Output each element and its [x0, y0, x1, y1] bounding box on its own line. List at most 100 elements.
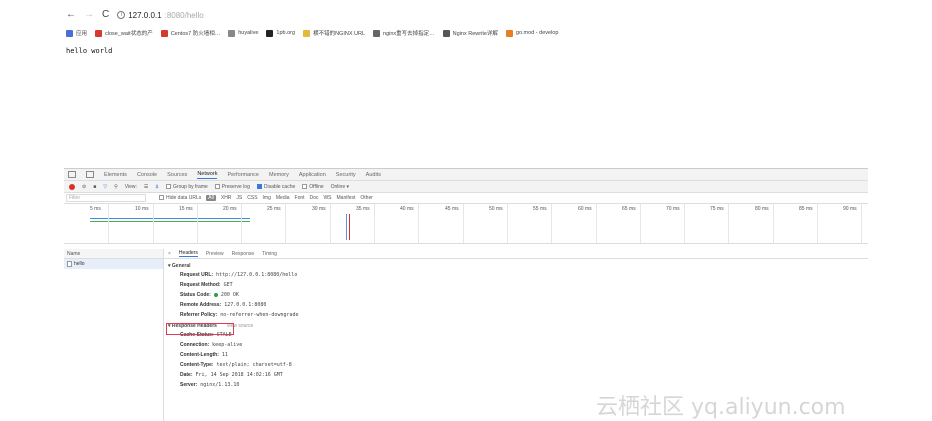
- filter-type-manifest[interactable]: Manifest: [337, 195, 356, 201]
- search-icon[interactable]: ⚲: [114, 184, 118, 190]
- network-timeline: 5 ms 10 ms 15 ms 20 ms 25 ms 30 ms 35 ms 40 ms 4…: [64, 204, 868, 244]
- timeline-gridline: [684, 204, 685, 243]
- bookmark-icon: [442, 29, 450, 37]
- bookmark-item[interactable]: 横不错的NGINX URL: [303, 29, 365, 37]
- bookmark-label: Nginx Rewrite详解: [452, 31, 498, 37]
- info-icon[interactable]: i: [117, 11, 126, 19]
- name-column-header[interactable]: Name: [64, 249, 163, 259]
- bookmark-item[interactable]: close_wait状态的产: [95, 29, 153, 37]
- bookmark-icon: [160, 29, 168, 37]
- large-rows-icon[interactable]: ☰: [144, 184, 148, 190]
- bookmark-item[interactable]: huyalive: [228, 29, 259, 37]
- device-toggle-icon[interactable]: [86, 171, 94, 178]
- detail-tabs: × Headers Preview Response Timing: [164, 249, 868, 259]
- tab-security[interactable]: Security: [336, 172, 356, 178]
- tab-memory[interactable]: Memory: [269, 172, 289, 178]
- tab-sources[interactable]: Sources: [167, 172, 187, 178]
- bookmark-item[interactable]: Centos7 防火墙相…: [160, 29, 221, 37]
- tab-console[interactable]: Console: [137, 172, 157, 178]
- filter-type-js[interactable]: JS: [236, 195, 242, 201]
- bookmark-label: Centos7 防火墙相…: [170, 31, 221, 37]
- offline-checkbox[interactable]: Offline: [302, 184, 324, 190]
- bookmark-icon: [505, 29, 513, 37]
- filter-type-all[interactable]: All: [206, 195, 216, 201]
- group-by-frame-checkbox[interactable]: Group by frame: [166, 184, 208, 190]
- throttling-select[interactable]: Online ▾: [331, 184, 349, 190]
- header-row: Remote Address: 127.0.0.1:8080: [168, 302, 868, 309]
- timeline-tick-label: 55 ms: [533, 206, 547, 212]
- timeline-blue-bar: [90, 218, 250, 219]
- header-key: Remote Address:: [180, 302, 222, 308]
- bookmarks-bar: 应用 close_wait状态的产 Centos7 防火墙相… huyalive 1pb…: [66, 28, 558, 38]
- timeline-tick-label: 15 ms: [179, 206, 193, 212]
- response-headers-title[interactable]: ▾ Response Headers view source: [168, 323, 868, 329]
- preserve-log-checkbox[interactable]: Preserve log: [214, 184, 250, 190]
- filter-type-font[interactable]: Font: [295, 195, 305, 201]
- bookmark-label: 1pb.org: [276, 30, 296, 36]
- clear-icon[interactable]: ⊘: [82, 184, 86, 190]
- header-value: nginx/1.13.10: [200, 382, 240, 388]
- filter-type-css[interactable]: CSS: [247, 195, 257, 201]
- filter-type-xhr[interactable]: XHR: [221, 195, 232, 201]
- detail-tab-timing[interactable]: Timing: [262, 251, 277, 257]
- filter-type-media[interactable]: Media: [276, 195, 290, 201]
- bookmark-item[interactable]: 1pb.org: [266, 29, 296, 37]
- filter-type-doc[interactable]: Doc: [310, 195, 319, 201]
- record-icon[interactable]: [69, 183, 75, 190]
- detail-tab-response[interactable]: Response: [232, 251, 255, 257]
- timeline-gridline: [551, 204, 552, 243]
- timeline-tick-label: 70 ms: [666, 206, 680, 212]
- filter-type-other[interactable]: Other: [360, 195, 373, 201]
- disable-cache-checkbox[interactable]: Disable cache: [256, 183, 296, 190]
- timeline-gridline: [773, 204, 774, 243]
- detail-tab-preview[interactable]: Preview: [206, 251, 224, 257]
- tab-application[interactable]: Application: [299, 172, 326, 178]
- header-value: keep-alive: [212, 342, 243, 348]
- timeline-tick-label: 35 ms: [356, 206, 370, 212]
- camera-icon[interactable]: ■: [93, 184, 96, 190]
- timeline-tick-label: 65 ms: [622, 206, 636, 212]
- back-icon[interactable]: ←: [66, 10, 76, 20]
- inspect-icon[interactable]: [68, 171, 76, 178]
- filter-input[interactable]: Filter: [66, 194, 146, 202]
- timeline-gridline: [241, 204, 242, 243]
- tab-elements[interactable]: Elements: [104, 172, 127, 178]
- bookmark-item[interactable]: nginx重写去掉指定…: [373, 29, 435, 37]
- timeline-tick-label: 10 ms: [135, 206, 149, 212]
- bookmark-icon: [303, 29, 311, 37]
- timeline-gridline: [463, 204, 464, 243]
- general-title[interactable]: ▾ General: [168, 263, 868, 269]
- hide-data-urls-checkbox[interactable]: Hide data URLs: [159, 195, 201, 201]
- header-key: Request Method:: [180, 282, 221, 288]
- header-key: Status Code:: [180, 292, 211, 298]
- close-icon[interactable]: ×: [168, 251, 171, 257]
- bookmark-label: huyalive: [238, 30, 259, 36]
- timeline-tick-label: 50 ms: [489, 206, 503, 212]
- tab-performance[interactable]: Performance: [227, 172, 259, 178]
- timeline-tick-label: 90 ms: [843, 206, 857, 212]
- waterfall-icon[interactable]: ⥥: [155, 184, 159, 190]
- request-row[interactable]: hello: [64, 259, 163, 269]
- header-key: Content-Length:: [180, 352, 219, 358]
- header-value: 127.0.0.1:8080: [224, 302, 267, 308]
- detail-tab-headers[interactable]: Headers: [178, 250, 198, 257]
- header-key: Connection:: [180, 342, 210, 348]
- bookmark-item[interactable]: go.mod - develop: [505, 29, 558, 37]
- timeline-gridline: [861, 204, 862, 243]
- hide-data-urls-label: Hide data URLs: [166, 195, 202, 201]
- url-field[interactable]: i 127.0.0.1:8080/hello: [117, 11, 204, 20]
- tab-network[interactable]: Network: [197, 171, 218, 179]
- header-value: 11: [221, 352, 228, 358]
- disable-cache-label: Disable cache: [263, 183, 296, 190]
- bookmark-item[interactable]: 应用: [66, 29, 87, 37]
- timeline-tick-label: 5 ms: [90, 206, 101, 212]
- filter-type-img[interactable]: Img: [263, 195, 271, 201]
- reload-icon[interactable]: C: [102, 10, 109, 20]
- tab-audits[interactable]: Audits: [366, 172, 381, 178]
- filter-icon[interactable]: ▽: [103, 184, 107, 190]
- forward-icon[interactable]: →: [84, 10, 94, 20]
- response-headers-section: ▾ Response Headers view source Cache-Stat…: [164, 323, 868, 389]
- filter-type-ws[interactable]: WS: [323, 195, 331, 201]
- timeline-tick-label: 60 ms: [578, 206, 592, 212]
- bookmark-item[interactable]: Nginx Rewrite详解: [442, 29, 498, 37]
